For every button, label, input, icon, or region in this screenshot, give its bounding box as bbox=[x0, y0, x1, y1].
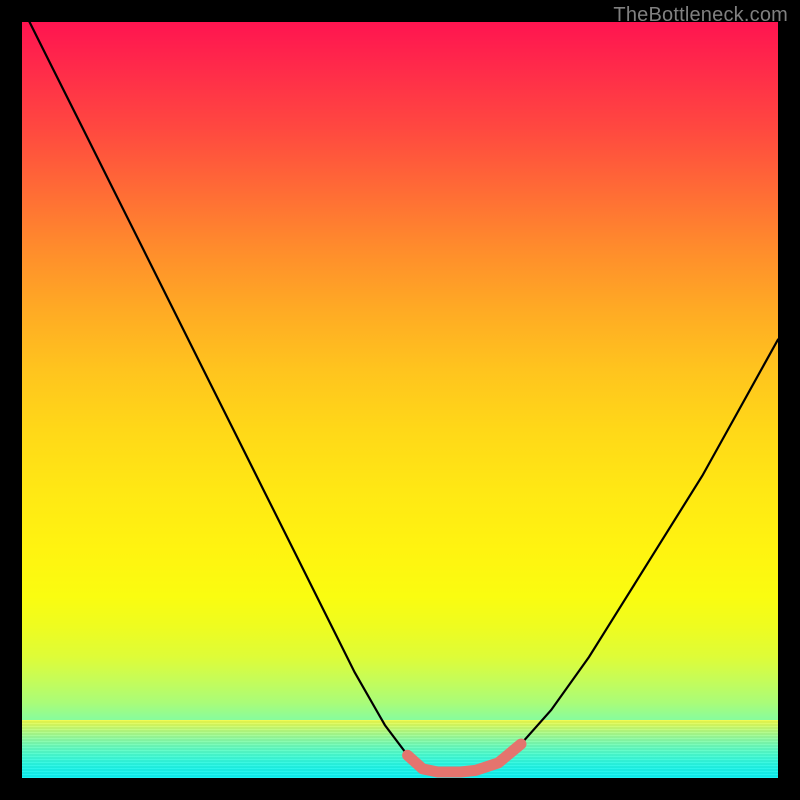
plot-area bbox=[22, 22, 778, 778]
curve-layer bbox=[22, 22, 778, 778]
watermark-text: TheBottleneck.com bbox=[613, 4, 788, 27]
optimal-highlight bbox=[408, 744, 521, 772]
bottleneck-curve bbox=[22, 22, 778, 772]
bottleneck-chart: TheBottleneck.com bbox=[0, 0, 800, 800]
